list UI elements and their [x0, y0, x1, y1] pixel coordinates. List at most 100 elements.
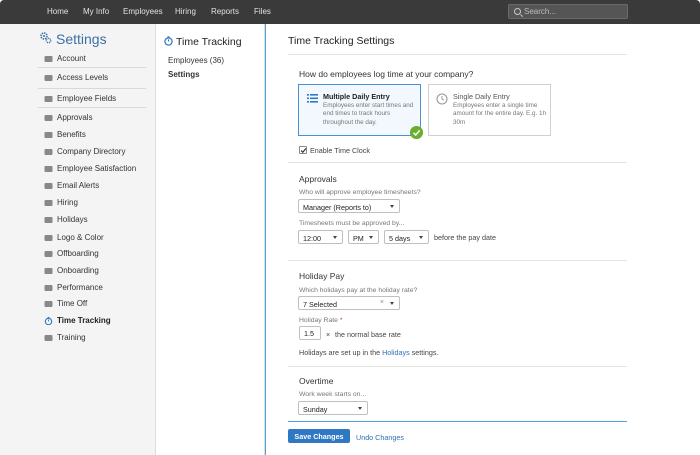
clock-icon	[436, 93, 448, 105]
base-rate-text: the normal base rate	[335, 330, 401, 339]
nav-reports[interactable]: Reports	[211, 7, 239, 16]
fields-icon	[44, 96, 53, 102]
holidays-settings-link[interactable]: Holidays	[382, 348, 410, 357]
required-mark: *	[339, 317, 343, 324]
paint-icon	[44, 235, 53, 241]
subpanel-employees-link[interactable]: Employees (36)	[168, 56, 224, 65]
list-icon	[307, 94, 318, 103]
single-daily-entry-card[interactable]: Single Daily Entry Employees enter a sin…	[428, 84, 551, 136]
am-pm-value: PM	[353, 234, 364, 243]
chevron-down-icon	[358, 407, 362, 410]
approve-time-select[interactable]: 12:00	[298, 230, 343, 244]
directory-icon	[44, 149, 53, 155]
gear-icon	[40, 32, 52, 44]
approve-by-label: Timesheets must be approved by...	[299, 220, 405, 227]
subpanel-title: Time Tracking	[176, 36, 242, 48]
wrench-icon	[44, 56, 53, 62]
subpanel-settings-link[interactable]: Settings	[168, 70, 200, 79]
undo-changes-link[interactable]: Undo Changes	[356, 433, 404, 442]
sidebar-item-employee-satisfaction[interactable]: Employee Satisfaction	[57, 164, 136, 173]
approver-label: Who will approve employee timesheets?	[299, 189, 421, 196]
page-title: Time Tracking Settings	[288, 35, 395, 47]
sidebar-title: Settings	[56, 31, 107, 47]
holiday-rate-label: Holiday Rate *	[299, 317, 342, 324]
sidebar-item-benefits[interactable]: Benefits	[57, 130, 86, 139]
time-off-icon	[44, 301, 53, 307]
chevron-down-icon	[390, 205, 394, 208]
sidebar-item-offboarding[interactable]: Offboarding	[57, 249, 99, 258]
time-tracking-subpanel	[157, 24, 265, 455]
approver-select[interactable]: Manager (Reports to)	[298, 199, 400, 213]
days-before-select[interactable]: 5 days	[384, 230, 429, 244]
onboarding-icon	[44, 268, 53, 274]
section-divider	[288, 366, 627, 367]
work-week-select[interactable]: Sunday	[298, 401, 368, 415]
section-divider	[288, 162, 627, 163]
sidebar-item-access-levels[interactable]: Access Levels	[57, 73, 108, 82]
sidebar-item-email-alerts[interactable]: Email Alerts	[57, 181, 99, 190]
multiple-daily-entry-card[interactable]: Multiple Daily Entry Employees enter sta…	[298, 84, 421, 136]
holiday-rate-label-text: Holiday Rate	[299, 317, 338, 324]
card-description: Employees enter a single time amount for…	[453, 102, 546, 126]
search-input[interactable]	[524, 6, 624, 17]
footer-divider	[288, 421, 627, 422]
approve-time-value: 12:00	[303, 234, 321, 243]
heart-icon	[44, 132, 53, 138]
holidays-rate-label: Which holidays pay at the holiday rate?	[299, 287, 418, 294]
work-week-value: Sunday	[303, 405, 328, 414]
sidebar-item-logo-color[interactable]: Logo & Color	[57, 233, 104, 242]
am-pm-select[interactable]: PM	[348, 230, 379, 244]
enable-time-clock-checkbox[interactable]	[299, 146, 307, 154]
clear-icon[interactable]: ×	[380, 299, 384, 306]
holidays-note-pre: Holidays are set up in the	[299, 348, 381, 357]
sidebar-item-holidays[interactable]: Holidays	[57, 215, 88, 224]
sidebar-item-onboarding[interactable]: Onboarding	[57, 266, 99, 275]
overtime-heading: Overtime	[299, 376, 334, 386]
access-levels-icon	[44, 75, 53, 81]
nav-employees[interactable]: Employees	[123, 7, 163, 16]
holiday-rate-input[interactable]	[299, 326, 321, 340]
hiring-icon	[44, 200, 53, 206]
log-time-question: How do employees log time at your compan…	[299, 69, 474, 79]
title-divider	[288, 54, 627, 55]
holidays-note: Holidays are set up in the Holidays sett…	[299, 348, 438, 357]
search-box[interactable]	[508, 4, 628, 19]
sidebar-item-hiring[interactable]: Hiring	[57, 198, 78, 207]
top-nav-bar: Home My Info Employees Hiring Reports Fi…	[0, 0, 700, 24]
card-title: Multiple Daily Entry	[323, 92, 390, 101]
nav-hiring[interactable]: Hiring	[175, 7, 196, 16]
sidebar-item-company-directory[interactable]: Company Directory	[57, 147, 125, 156]
sidebar-divider	[38, 67, 146, 68]
performance-icon	[44, 285, 53, 291]
approvals-heading: Approvals	[299, 174, 337, 184]
chevron-down-icon	[369, 236, 373, 239]
approver-value: Manager (Reports to)	[303, 203, 372, 212]
days-before-value: 5 days	[389, 234, 411, 243]
nav-my-info[interactable]: My Info	[83, 7, 109, 16]
holidays-note-post: settings.	[411, 348, 439, 357]
holiday-pay-heading: Holiday Pay	[299, 271, 345, 281]
card-description: Employees enter start times and end time…	[323, 102, 414, 126]
sidebar-item-training[interactable]: Training	[57, 333, 86, 342]
chevron-down-icon	[333, 236, 337, 239]
sidebar-item-approvals[interactable]: Approvals	[57, 113, 93, 122]
nav-files[interactable]: Files	[254, 7, 271, 16]
search-icon	[514, 8, 521, 15]
stopwatch-icon	[164, 36, 173, 46]
nav-home[interactable]: Home	[47, 7, 68, 16]
save-changes-button[interactable]: Save Changes	[288, 429, 350, 443]
sidebar-item-employee-fields[interactable]: Employee Fields	[57, 94, 116, 103]
active-section-indicator	[265, 24, 266, 455]
card-title: Single Daily Entry	[453, 92, 510, 101]
thumbs-up-icon	[44, 115, 53, 121]
sidebar-item-time-tracking[interactable]: Time Tracking	[57, 316, 111, 325]
sidebar-item-performance[interactable]: Performance	[57, 283, 103, 292]
sidebar-item-time-off[interactable]: Time Off	[57, 299, 87, 308]
sidebar-divider	[38, 88, 146, 89]
sidebar-item-account[interactable]: Account	[57, 54, 86, 63]
offboarding-icon	[44, 251, 53, 257]
selected-check-icon	[410, 126, 423, 139]
holidays-multiselect[interactable]: 7 Selected ×	[298, 296, 400, 310]
email-icon	[44, 183, 53, 189]
sidebar-divider	[38, 107, 146, 108]
